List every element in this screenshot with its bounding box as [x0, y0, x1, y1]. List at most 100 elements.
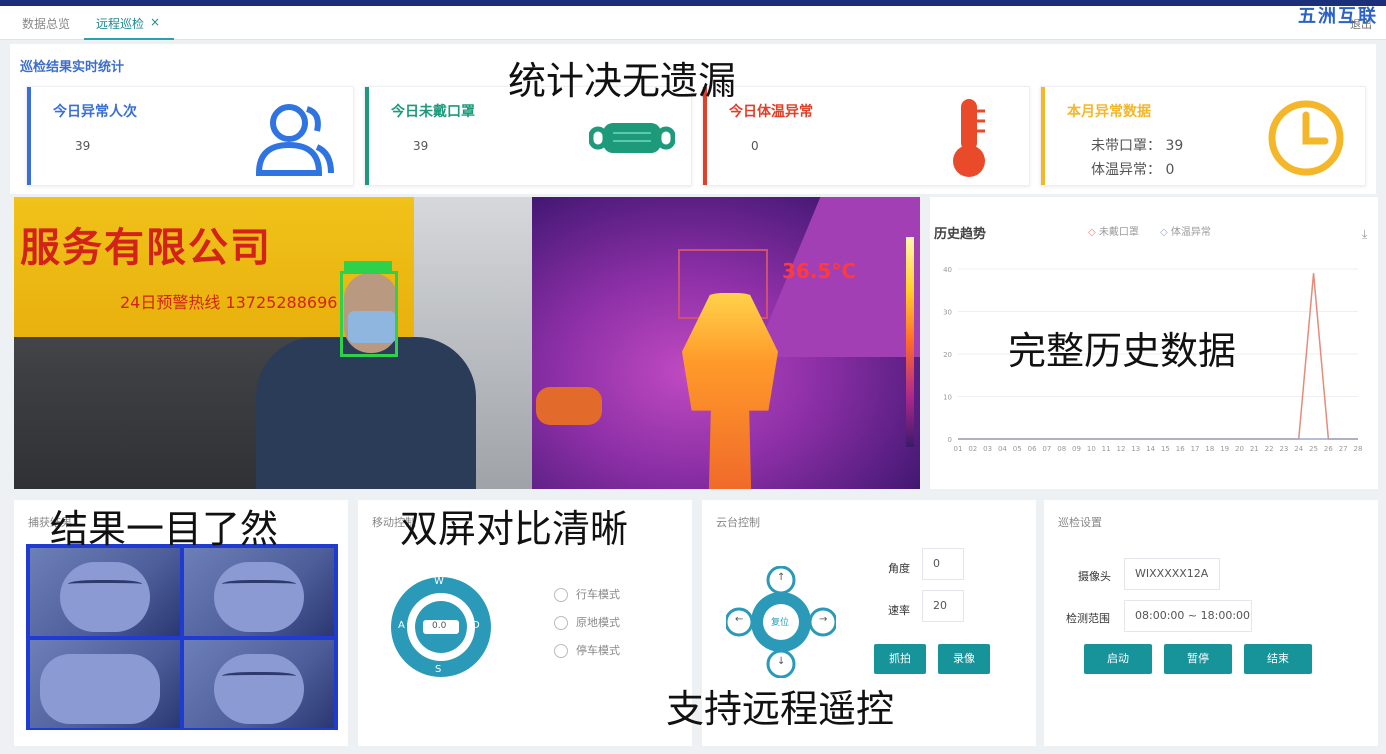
angle-label: 角度 — [888, 562, 910, 575]
download-icon[interactable]: ⤓ — [1362, 227, 1367, 242]
x-tick-label: 27 — [1339, 445, 1348, 453]
face-thumbnail[interactable] — [30, 640, 180, 728]
caption-results: 结果一目了然 — [50, 507, 279, 551]
x-tick-label: 24 — [1294, 445, 1303, 453]
x-tick-label: 05 — [1013, 445, 1022, 453]
hand-shape — [40, 654, 160, 724]
monthly-no-mask-line: 未带口罩： 39 — [1091, 135, 1183, 155]
x-tick-label: 06 — [1028, 445, 1037, 453]
radio-button[interactable] — [554, 588, 568, 602]
range-field[interactable]: 08:00:00 ~ 18:00:00 — [1124, 600, 1252, 632]
thermal-color-scale — [906, 237, 914, 447]
card-title: 今日体温异常 — [729, 104, 813, 120]
camera-select[interactable]: WIXXXXX12A — [1124, 558, 1220, 590]
thermometer-icon — [953, 99, 985, 177]
stop-button[interactable]: 结束 — [1244, 644, 1312, 674]
clock-icon — [1268, 100, 1344, 176]
x-tick-label: 12 — [1117, 445, 1126, 453]
x-tick-label: 08 — [1057, 445, 1066, 453]
card-accent-bar — [365, 87, 369, 185]
patrol-settings-panel: 巡检设置 摄像头 WIXXXXX12A 检测范围 08:00:00 ~ 18:0… — [1044, 500, 1378, 746]
radio-button[interactable] — [554, 644, 568, 658]
range-label: 检测范围 — [1066, 612, 1110, 625]
stat-card-abnormal-temp: 今日体温异常 0 — [702, 86, 1030, 186]
y-tick-label: 0 — [948, 436, 952, 444]
x-tick-label: 10 — [1087, 445, 1096, 453]
gimbal-reset-button[interactable]: 复位 — [771, 615, 789, 628]
face-thumbnail[interactable] — [184, 548, 334, 636]
radio-button[interactable] — [554, 616, 568, 630]
sign-title: 服务有限公司 — [20, 225, 272, 271]
rgb-camera-feed[interactable]: 服务有限公司 24日预警热线 13725288696 — [14, 197, 532, 489]
caption-stats: 统计决无遗漏 — [508, 59, 737, 103]
gimbal-left-button[interactable]: ← — [735, 614, 743, 625]
tab-overview[interactable]: 数据总览 — [22, 15, 70, 32]
history-title: 历史趋势 — [934, 227, 987, 242]
gimbal-up-button[interactable]: ↑ — [777, 572, 785, 583]
x-tick-label: 15 — [1161, 445, 1170, 453]
face-thumbnail[interactable] — [30, 548, 180, 636]
mode-option-drive[interactable]: 行车模式 — [554, 586, 620, 602]
thermal-person — [682, 293, 778, 489]
face-capture-grid — [26, 544, 338, 730]
x-tick-label: 02 — [968, 445, 977, 453]
joystick-left-label[interactable]: A — [398, 620, 405, 631]
x-tick-label: 17 — [1191, 445, 1200, 453]
section-title: 巡检结果实时统计 — [20, 60, 125, 75]
x-tick-label: 20 — [1235, 445, 1244, 453]
gimbal-right-button[interactable]: → — [819, 614, 827, 625]
x-tick-label: 26 — [1324, 445, 1333, 453]
y-tick-label: 40 — [943, 266, 952, 274]
face-detection-box — [340, 271, 398, 357]
tab-bar: 数据总览 远程巡检 × 五洲互联 退出 — [0, 6, 1386, 40]
card-value: 39 — [75, 139, 91, 153]
patrol-title: 巡检设置 — [1058, 516, 1102, 529]
tab-active-indicator — [84, 38, 174, 40]
card-title: 今日未戴口罩 — [391, 104, 475, 120]
legend-temp: ◇ 体温异常 — [1160, 227, 1211, 238]
face-shape — [60, 562, 150, 632]
face-shape — [214, 654, 304, 724]
mode-option-spot[interactable]: 原地模式 — [554, 614, 620, 630]
record-button[interactable]: 录像 — [938, 644, 990, 674]
joystick-down-label[interactable]: S — [435, 664, 441, 675]
x-tick-label: 09 — [1072, 445, 1081, 453]
x-tick-label: 16 — [1176, 445, 1185, 453]
tab-close-icon[interactable]: × — [150, 15, 160, 29]
face-thumbnail[interactable] — [184, 640, 334, 728]
pause-button[interactable]: 暂停 — [1164, 644, 1232, 674]
joystick-up-label[interactable]: W — [434, 576, 444, 587]
tab-remote-patrol[interactable]: 远程巡检 — [96, 15, 144, 32]
legend-label: 未戴口罩 — [1098, 227, 1139, 238]
mode-option-park[interactable]: 停车模式 — [554, 642, 620, 658]
stat-card-monthly: 本月异常数据 未带口罩： 39 体温异常： 0 — [1040, 86, 1366, 186]
joystick-right-label[interactable]: D — [472, 620, 480, 631]
card-accent-bar — [27, 87, 31, 185]
line-label: 体温异常： — [1091, 162, 1161, 178]
x-tick-label: 18 — [1205, 445, 1214, 453]
x-tick-label: 01 — [954, 445, 963, 453]
y-tick-label: 20 — [943, 351, 952, 359]
option-label: 原地模式 — [576, 616, 620, 629]
capture-button[interactable]: 抓拍 — [874, 644, 926, 674]
start-button[interactable]: 启动 — [1084, 644, 1152, 674]
logout-link[interactable]: 退出 — [1350, 16, 1372, 32]
thermal-camera-feed[interactable]: 36.5°C — [532, 197, 920, 489]
x-tick-label: 13 — [1131, 445, 1140, 453]
option-label: 停车模式 — [576, 644, 620, 657]
angle-field[interactable]: 0 — [922, 548, 964, 580]
camera-label: 摄像头 — [1078, 570, 1111, 583]
legend-no-mask: ◇ 未戴口罩 — [1088, 227, 1139, 238]
x-tick-label: 14 — [1146, 445, 1155, 453]
gimbal-down-button[interactable]: ↓ — [777, 656, 785, 667]
caption-history: 完整历史数据 — [1008, 329, 1237, 373]
face-shape — [214, 562, 304, 632]
x-tick-label: 03 — [983, 445, 992, 453]
face-glasses — [222, 580, 296, 590]
x-tick-label: 11 — [1102, 445, 1111, 453]
speed-label: 速率 — [888, 604, 910, 617]
thermal-car — [536, 387, 602, 425]
speed-field[interactable]: 20 — [922, 590, 964, 622]
card-title: 今日异常人次 — [53, 104, 137, 120]
caption-remote: 支持远程遥控 — [666, 687, 895, 731]
